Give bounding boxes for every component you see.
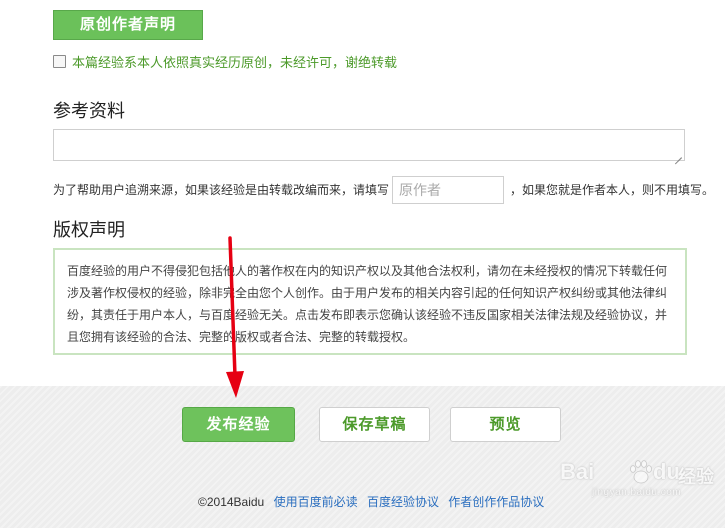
reference-textarea[interactable]	[53, 129, 685, 161]
original-declaration-row[interactable]: 本篇经验系本人依照真实经历原创，未经许可，谢绝转载	[53, 52, 397, 70]
footer-link-must-read[interactable]: 使用百度前必读	[274, 495, 358, 509]
footer-links: ©2014Baidu 使用百度前必读 百度经验协议 作者创作作品协议	[198, 493, 550, 510]
footer-link-author-agreement[interactable]: 作者创作作品协议	[448, 495, 544, 509]
source-trace-row: 为了帮助用户追溯来源，如果该经验是由转载改编而来，请填写 原作者 ，如果您就是作…	[53, 176, 718, 204]
publish-button[interactable]: 发布经验	[182, 407, 295, 442]
watermark-product: 经验	[678, 467, 714, 487]
resize-grip-icon[interactable]	[675, 151, 682, 158]
watermark-brand-suffix: du	[653, 459, 680, 484]
footer-link-experience-agreement[interactable]: 百度经验协议	[367, 495, 439, 509]
copyright-statement-text: 百度经验的用户不得侵犯包括他人的著作权在内的知识产权以及其他合法权利，请勿在未经…	[67, 264, 668, 344]
original-author-input[interactable]: 原作者	[392, 176, 504, 204]
baidu-paw-icon	[630, 460, 652, 484]
save-draft-button[interactable]: 保存草稿	[319, 407, 430, 442]
baidu-jingyan-watermark: Bai du 经验 jingyan.baidu.com	[560, 455, 720, 505]
original-declaration-label: 本篇经验系本人依照真实经历原创，未经许可，谢绝转载	[72, 54, 398, 70]
original-author-declaration-badge[interactable]: 原创作者声明	[53, 10, 203, 40]
watermark-url: jingyan.baidu.com	[592, 487, 682, 498]
reference-section-title: 参考资料	[53, 101, 125, 121]
watermark-brand-prefix: Bai	[560, 459, 595, 484]
source-trace-suffix: ，如果您就是作者本人，则不用填写。	[510, 183, 715, 197]
copyright-section-title: 版权声明	[53, 220, 125, 240]
original-declaration-checkbox[interactable]	[53, 54, 66, 68]
source-trace-prefix: 为了帮助用户追溯来源，如果该经验是由转载改编而来，请填写	[53, 183, 390, 197]
copyright-statement-box: 百度经验的用户不得侵犯包括他人的著作权在内的知识产权以及其他合法权利，请勿在未经…	[53, 248, 687, 355]
footer-copyright: ©2014Baidu	[198, 495, 265, 509]
preview-button[interactable]: 预览	[450, 407, 561, 442]
